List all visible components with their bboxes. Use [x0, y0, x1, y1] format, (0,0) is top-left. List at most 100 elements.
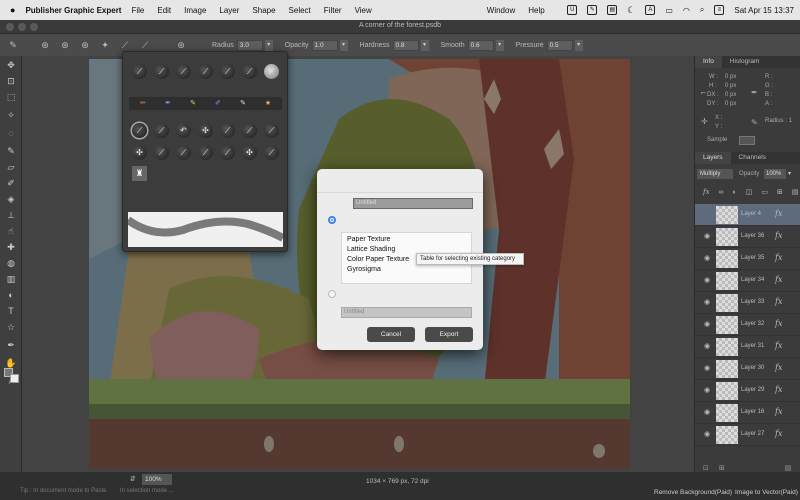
brush-item[interactable]: ⟋: [176, 145, 191, 160]
apple-icon[interactable]: ●: [10, 5, 15, 15]
category-item[interactable]: Paper Texture: [347, 236, 390, 243]
brush-picker-icon[interactable]: ⊛: [174, 38, 188, 52]
magic-wand-tool-icon[interactable]: ✧: [4, 108, 18, 122]
brush-preset-4-icon[interactable]: ✦: [98, 38, 112, 52]
layer-fx-icon[interactable]: fx: [775, 319, 782, 328]
radius-field[interactable]: 3.0: [236, 39, 263, 51]
category-item[interactable]: Color Paper Texture: [347, 256, 409, 263]
star-category-icon[interactable]: ★: [257, 99, 279, 109]
brush-preset-item[interactable]: ⟋: [220, 64, 235, 79]
brush-item[interactable]: ⟋: [198, 145, 213, 160]
battery-icon[interactable]: ▭: [665, 6, 673, 15]
menu-image[interactable]: Image: [184, 6, 206, 15]
cancel-button[interactable]: Cancel: [367, 327, 415, 342]
layer-row[interactable]: ◉ Layer 36 fx: [695, 226, 800, 248]
airbrush-category-icon[interactable]: ✐: [207, 99, 229, 109]
brush-preset-6-icon[interactable]: ⟋: [138, 38, 152, 52]
layer-row[interactable]: ◉ Layer 34 fx: [695, 270, 800, 292]
new-layer-icon[interactable]: ⊞: [777, 188, 783, 196]
brush-item[interactable]: ⟋: [264, 145, 279, 160]
layer-fx-icon[interactable]: fx: [775, 253, 782, 262]
layer-fx-icon[interactable]: fx: [775, 407, 782, 416]
eraser-category-icon[interactable]: ✎: [232, 99, 254, 109]
layer-new-icon[interactable]: ⊞: [719, 464, 725, 472]
folder-icon[interactable]: ▭: [761, 188, 768, 196]
brush-preset-3-icon[interactable]: ⊛: [78, 38, 92, 52]
layer-row[interactable]: ◉ Layer 31 fx: [695, 336, 800, 358]
shield-icon[interactable]: U: [567, 5, 578, 15]
brush-item-custom[interactable]: ♜: [132, 166, 147, 181]
fx-icon[interactable]: fx: [703, 188, 710, 196]
layer-trash-icon[interactable]: ▤: [785, 464, 792, 472]
layer-row[interactable]: ◉ Layer 27 fx: [695, 424, 800, 446]
layer-row[interactable]: ◉ Layer 16 fx: [695, 402, 800, 424]
brush-preset-item[interactable]: ⟋: [132, 64, 147, 79]
visibility-eye-icon[interactable]: ◉: [704, 386, 710, 394]
brush-preset-item[interactable]: ⟋: [264, 64, 279, 79]
delete-layer-icon[interactable]: ▤: [792, 188, 799, 196]
menu-filter[interactable]: Filter: [324, 6, 342, 15]
pen-category-icon[interactable]: ✒: [157, 99, 179, 109]
brush-item[interactable]: ✣: [242, 145, 257, 160]
brush-preset-item[interactable]: ⟋: [242, 64, 257, 79]
background-color-swatch[interactable]: [10, 374, 19, 383]
layer-fx-icon[interactable]: fx: [775, 275, 782, 284]
layer-row[interactable]: ◉ Layer 30 fx: [695, 358, 800, 380]
layout-icon[interactable]: ▤: [607, 5, 618, 15]
menubar-datetime[interactable]: Sat Apr 15 13:37: [734, 6, 794, 15]
blend-mode-select[interactable]: Multiply: [697, 169, 733, 179]
existing-category-radio[interactable]: [328, 216, 336, 224]
layer-fx-icon[interactable]: fx: [775, 385, 782, 394]
visibility-eye-icon[interactable]: ◉: [704, 320, 710, 328]
move-tool-icon[interactable]: ✥: [4, 58, 18, 72]
brush-preset-2-icon[interactable]: ⊛: [58, 38, 72, 52]
layer-fx-icon[interactable]: fx: [775, 297, 782, 306]
visibility-eye-icon[interactable]: ◉: [704, 342, 710, 350]
layer-row[interactable]: Layer 4 fx: [695, 204, 800, 226]
brush-item[interactable]: ⟋: [154, 123, 169, 138]
shape-tool-icon[interactable]: ☆: [4, 320, 18, 334]
gradient-tool-icon[interactable]: ▥: [4, 272, 18, 286]
search-icon[interactable]: ⌕: [700, 5, 704, 15]
brush-tool-icon[interactable]: ✎: [6, 38, 20, 52]
hardness-dropdown[interactable]: ▾: [420, 39, 429, 51]
brush-item[interactable]: ✣: [198, 123, 213, 138]
layer-fx-icon[interactable]: fx: [775, 363, 782, 372]
brush-item[interactable]: ✣: [132, 145, 147, 160]
category-item[interactable]: Lattice Shading: [347, 246, 395, 253]
brush-item[interactable]: ↶: [176, 123, 191, 138]
mask-icon[interactable]: ◫: [746, 188, 753, 196]
image-to-vector-button[interactable]: Image to Vector(Paid): [735, 489, 798, 496]
tab-channels[interactable]: Channels: [731, 152, 774, 164]
wifi-icon[interactable]: ◠: [683, 6, 690, 15]
brush-item[interactable]: ⟋: [220, 145, 235, 160]
brush-item[interactable]: ⟋: [154, 145, 169, 160]
layer-fx-icon[interactable]: fx: [775, 209, 782, 218]
category-item[interactable]: Gyrosigma: [347, 266, 381, 273]
link-icon[interactable]: ∞: [719, 189, 724, 196]
smooth-dropdown[interactable]: ▾: [495, 39, 504, 51]
layer-fx-icon[interactable]: fx: [775, 231, 782, 240]
stamp-tool-icon[interactable]: ⊥: [4, 208, 18, 222]
marquee-tool-icon[interactable]: ⬚: [4, 90, 18, 104]
brush-preset-item[interactable]: ⟋: [198, 64, 213, 79]
export-button[interactable]: Export: [425, 327, 473, 342]
zoom-stepper-icon[interactable]: ⇵: [130, 475, 140, 485]
menu-view[interactable]: View: [355, 6, 372, 15]
brush-name-input[interactable]: Untitled: [353, 198, 473, 209]
zoom-field[interactable]: 100%: [142, 474, 172, 485]
layer-opacity-field[interactable]: 100%: [764, 169, 786, 179]
pressure-field[interactable]: 0.5: [546, 39, 573, 51]
radius-dropdown[interactable]: ▾: [264, 39, 273, 51]
tab-histogram[interactable]: Histogram: [722, 56, 768, 68]
visibility-eye-icon[interactable]: ◉: [704, 232, 710, 240]
brush-tool-active-icon[interactable]: ✎: [4, 144, 18, 158]
menu-shape[interactable]: Shape: [252, 6, 275, 15]
brush-preset-item[interactable]: ⟋: [176, 64, 191, 79]
menu-file[interactable]: File: [131, 6, 144, 15]
menu-layer[interactable]: Layer: [219, 6, 239, 15]
layer-row[interactable]: ◉ Layer 35 fx: [695, 248, 800, 270]
brush-item[interactable]: ⟋: [220, 123, 235, 138]
tab-layers[interactable]: Layers: [695, 152, 731, 164]
opacity-dropdown[interactable]: ▾: [339, 39, 348, 51]
